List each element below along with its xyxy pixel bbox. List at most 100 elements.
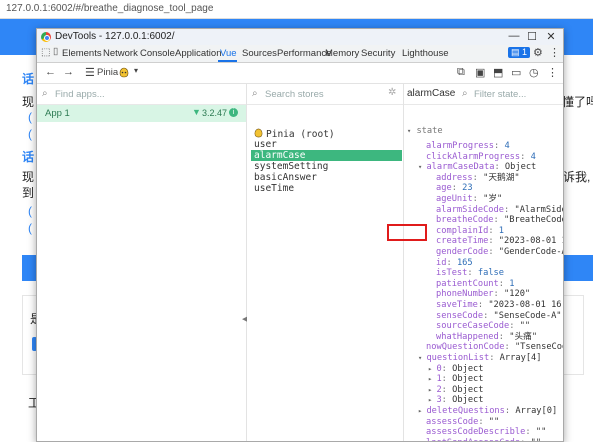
forward-arrow-icon[interactable]: → [63,66,74,78]
state-key: age [436,183,452,194]
state-colon: : [494,162,505,173]
state-entry[interactable]: age: 23 [436,183,473,194]
tab-application[interactable]: Application [175,48,221,59]
state-entry[interactable]: lastSendAssessCode: "" [426,438,541,441]
timeline-icon[interactable]: ◷ [529,66,539,79]
state-entry[interactable]: patientCount: 1 [436,279,514,290]
expand-arrow-icon: ▾ [407,127,412,135]
state-colon: : [520,438,530,441]
tab-memory[interactable]: Memory [325,48,359,59]
state-entry[interactable]: ageUnit: "岁" [436,194,502,205]
state-entry[interactable]: clickAlarmProgress: 4 [426,152,536,163]
state-entry[interactable]: address: "天鹅湖" [436,173,520,184]
state-colon: : [477,300,489,310]
state-entry[interactable]: ▸ 3: Object [428,395,484,406]
store-item[interactable]: alarmCase [251,150,402,161]
url-text[interactable]: 127.0.0.1:6002/#/breathe_diagnose_tool_p… [6,3,213,14]
settings-icon[interactable]: ✲ [388,87,396,98]
state-entry[interactable]: ▾ questionList: Array[4] [418,353,542,364]
state-entry[interactable]: isTest: false [436,268,504,279]
tab-performance[interactable]: Performance [277,48,331,59]
tab-network[interactable]: Network [103,48,138,59]
tab-vue[interactable]: Vue [220,48,237,59]
inspect-element-icon[interactable]: ⬚ [41,47,50,58]
state-entry[interactable]: saveTime: "2023-08-01 16:06: [436,300,563,311]
state-colon: : [472,194,484,204]
save-icon[interactable]: ▣ [475,66,485,79]
store-item[interactable]: Pinia (root) [251,128,338,140]
stores-search-placeholder[interactable]: Search stores [265,89,324,100]
tab-elements[interactable]: Elements [62,48,102,59]
state-entry[interactable]: id: 165 [436,258,473,269]
close-button[interactable]: ✕ [544,30,558,43]
state-entry[interactable]: ▾ alarmCaseData: Object [418,162,536,173]
state-entry[interactable]: ▸ deleteQuestions: Array[0] [418,406,557,417]
settings-gear-icon[interactable]: ⚙ [533,46,543,59]
state-value: "AlarmSideCode [514,204,563,215]
state-entry[interactable]: nowQuestionCode: "TsenseCode" [426,342,563,353]
issues-badge[interactable]: ▤ 1 [508,47,531,58]
copy-icon[interactable]: ⧉ [457,66,465,79]
state-entry[interactable]: complainId: 1 [436,226,504,237]
state-entry[interactable]: alarmProgress: 4 [426,141,510,152]
state-value: Object [452,363,484,374]
stores-search[interactable]: ⌕ Search stores ✲ [247,84,403,105]
folder-icon[interactable]: ▭ [511,66,521,79]
state-key: isTest [436,268,468,279]
maximize-button[interactable]: ☐ [525,30,539,43]
device-toolbar-icon[interactable]: ▯ [53,46,58,57]
chevron-down-icon[interactable]: ▾ [134,66,138,75]
state-entry[interactable]: ▸ 1: Object [428,374,484,385]
store-item[interactable]: user [251,139,280,150]
tab-console[interactable]: Console [140,48,175,59]
app-row[interactable]: App 1 ▼ 3.2.47 i [37,105,246,122]
state-key: createTime [436,236,489,247]
state-entry[interactable]: whatHappened: "头痛" [436,332,537,343]
plugin-selector-label[interactable]: Pinia [97,67,118,78]
info-icon[interactable]: i [229,108,238,117]
more-options-icon[interactable]: ⋮ [549,46,560,59]
state-colon: : [441,363,453,374]
devtools-window: DevTools - 127.0.0.1:6002/ — ☐ ✕ ⬚ ▯ Ele… [36,28,564,442]
minimize-button[interactable]: — [507,30,521,42]
state-entry[interactable]: createTime: "2023-08-01 16:0 [436,236,563,247]
state-key: ageUnit [436,194,473,204]
state-entry[interactable]: genderCode: "GenderCode-A" [436,247,563,258]
store-item[interactable]: systemSetting [251,161,331,172]
state-value: "SenseCode-A" [493,310,562,321]
state-entry[interactable]: assessCodeDescrible: "" [426,427,546,438]
page-text-fragment: 懂了吗 [562,95,593,109]
back-arrow-icon[interactable]: ← [45,66,56,78]
state-entry[interactable]: breatheCode: "BreatheCode-D [436,215,563,226]
state-value: Array[4] [499,353,542,363]
tab-lighthouse[interactable]: Lighthouse [402,48,448,59]
state-entry[interactable]: senseCode: "SenseCode-A" [436,311,562,322]
apps-search-placeholder[interactable]: Find apps... [55,89,105,100]
state-key: questionList [426,353,490,363]
state-value: 4 [504,141,510,151]
chrome-logo-icon [41,32,51,42]
apps-search[interactable]: ⌕ Find apps... [37,84,246,105]
state-root[interactable]: ▾ state [407,126,443,137]
state-entry[interactable]: phoneNumber: "120" [436,289,530,300]
tab-sources[interactable]: Sources [242,48,277,59]
state-filter-placeholder[interactable]: Filter state... [474,89,526,100]
state-entry[interactable]: assessCode: "" [426,417,499,428]
state-entry[interactable]: alarmSideCode: "AlarmSideCode [436,205,563,216]
state-colon: : [493,215,505,226]
import-icon[interactable]: ⬒ [493,66,503,79]
more-icon[interactable]: ⋮ [547,66,558,79]
tab-security[interactable]: Security [361,48,395,59]
state-entry[interactable]: sourceCaseCode: "" [436,321,530,332]
store-name: user [254,139,277,150]
state-value: Object [504,162,537,173]
browser-address-bar[interactable]: 127.0.0.1:6002/#/breathe_diagnose_tool_p… [0,0,593,19]
store-item[interactable]: basicAnswer [251,172,320,183]
state-value: "" [531,438,541,441]
hamburger-menu-icon[interactable]: ☰ [85,66,95,79]
state-entry[interactable]: ▸ 0: Object [428,364,484,375]
store-item[interactable]: useTime [251,183,297,194]
state-entry[interactable]: ▸ 2: Object [428,385,484,396]
state-colon: : [451,183,463,194]
state-key: id [436,257,447,268]
